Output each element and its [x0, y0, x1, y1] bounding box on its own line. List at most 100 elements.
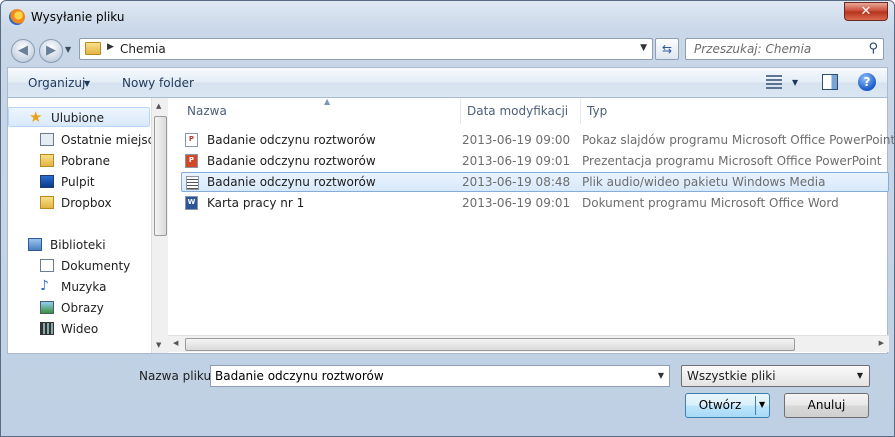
file-type: Plik audio/wideo pakietu Windows Media	[582, 175, 826, 189]
file-row[interactable]: P Badanie odczynu roztworów 2013-06-19 0…	[181, 130, 895, 150]
view-dropdown-icon[interactable]: ▼	[792, 78, 798, 87]
nav-item-pictures[interactable]: Obrazy	[8, 298, 150, 318]
nav-label: Biblioteki	[50, 238, 106, 252]
close-button[interactable]: ✕	[844, 2, 888, 21]
nav-item-downloads[interactable]: Pobrane	[8, 151, 150, 171]
file-type: Pokaz slajdów programu Microsoft Office …	[582, 133, 895, 147]
nav-item-documents[interactable]: Dokumenty	[8, 256, 150, 276]
refresh-icon: ⇆	[661, 42, 673, 56]
filename-field[interactable]: ▼	[210, 365, 670, 387]
organize-dropdown-icon[interactable]: ▼	[84, 79, 90, 88]
open-button[interactable]: Otwórz ▼	[685, 393, 770, 418]
file-name: Badanie odczynu roztworów	[207, 175, 376, 189]
open-options-dropdown-icon[interactable]: ▼	[759, 394, 765, 416]
nav-label: Muzyka	[61, 280, 107, 294]
scroll-thumb[interactable]	[185, 338, 795, 351]
nav-favorites[interactable]: ★ Ulubione	[8, 107, 150, 127]
firefox-icon	[9, 9, 25, 25]
nav-item-music[interactable]: ♪ Muzyka	[8, 277, 150, 297]
filename-label: Nazwa pliku:	[139, 369, 216, 383]
nav-label: Dropbox	[61, 196, 112, 210]
nav-item-video[interactable]: Wideo	[8, 319, 150, 339]
nav-label: Pobrane	[61, 154, 111, 168]
refresh-button[interactable]: ⇆	[655, 38, 679, 60]
scroll-right-icon[interactable]: ▶	[879, 339, 884, 347]
address-bar[interactable]: ▶ Chemia ▼	[79, 38, 653, 60]
music-icon: ♪	[40, 278, 49, 294]
filename-input[interactable]	[215, 369, 645, 383]
scroll-up-icon[interactable]: ▲	[156, 102, 161, 110]
column-header-date[interactable]: Data modyfikacji	[461, 98, 581, 124]
file-list-horizontal-scrollbar[interactable]: ◀ ▶	[168, 335, 889, 352]
filename-dropdown-icon[interactable]: ▼	[658, 371, 664, 380]
file-row-selected[interactable]: Badanie odczynu roztworów 2013-06-19 08:…	[181, 172, 889, 192]
file-row[interactable]: W Karta pracy nr 1 2013-06-19 09:01 Doku…	[181, 193, 889, 213]
file-date: 2013-06-19 09:01	[462, 154, 571, 168]
file-type-filter-select[interactable]: Wszystkie pliki ▼	[681, 365, 870, 387]
change-view-icon[interactable]	[766, 75, 782, 89]
breadcrumb-arrow-icon[interactable]: ▶	[107, 42, 114, 52]
preview-pane-icon[interactable]	[822, 74, 838, 90]
cancel-button[interactable]: Anuluj	[784, 393, 869, 418]
file-type: Prezentacja programu Microsoft Office Po…	[582, 154, 882, 168]
search-icon[interactable]: ⚲	[868, 41, 878, 56]
nav-item-dropbox[interactable]: Dropbox	[8, 193, 150, 213]
file-date: 2013-06-19 09:00	[462, 133, 571, 147]
nav-item-desktop[interactable]: Pulpit	[8, 172, 150, 192]
back-arrow-icon: ◀	[18, 43, 28, 58]
chevron-down-icon: ▼	[856, 371, 863, 380]
word-document-icon: W	[185, 196, 198, 210]
open-button-label: Otwórz	[698, 398, 742, 412]
downloads-folder-icon	[40, 154, 54, 167]
nav-label: Ulubione	[51, 111, 105, 125]
column-type-label: Typ	[587, 104, 608, 118]
organize-button[interactable]: Organizuj	[28, 76, 85, 90]
breadcrumb-current[interactable]: Chemia	[120, 42, 166, 56]
command-bar: Organizuj ▼ Nowy folder ▼ ?	[7, 67, 888, 98]
documents-icon	[40, 259, 54, 272]
file-name: Badanie odczynu roztworów	[207, 154, 376, 168]
new-folder-button[interactable]: Nowy folder	[122, 76, 194, 90]
browser-panes: ★ Ulubione Ostatnie miejsca Pobrane Pulp…	[7, 97, 895, 354]
nav-label: Dokumenty	[61, 259, 131, 273]
file-name: Karta pracy nr 1	[207, 196, 305, 210]
split-divider	[755, 396, 756, 415]
recent-locations-dropdown-icon[interactable]: ▼	[65, 45, 71, 54]
navigation-pane: ★ Ulubione Ostatnie miejsca Pobrane Pulp…	[8, 98, 168, 353]
video-icon	[40, 322, 54, 335]
file-type: Dokument programu Microsoft Office Word	[582, 196, 839, 210]
nav-label: Ostatnie miejsca	[61, 133, 162, 147]
back-button[interactable]: ◀	[11, 39, 35, 63]
file-row[interactable]: P Badanie odczynu roztworów 2013-06-19 0…	[181, 151, 889, 171]
desktop-icon	[40, 175, 54, 188]
scroll-thumb[interactable]	[154, 116, 167, 236]
forward-arrow-icon: ▶	[46, 43, 56, 58]
nav-libraries[interactable]: Biblioteki	[8, 235, 150, 255]
sort-ascending-icon: ▲	[324, 97, 331, 106]
media-file-icon	[186, 176, 199, 190]
nav-vertical-scrollbar[interactable]: ▲ ▼	[151, 98, 168, 353]
column-header-type[interactable]: Typ	[581, 98, 888, 124]
forward-button[interactable]: ▶	[39, 39, 63, 63]
nav-item-recent-places[interactable]: Ostatnie miejsca	[8, 130, 162, 150]
file-date: 2013-06-19 08:48	[462, 175, 571, 189]
star-icon: ★	[29, 108, 43, 126]
scroll-down-icon[interactable]: ▼	[156, 341, 161, 349]
file-date: 2013-06-19 09:01	[462, 196, 571, 210]
pictures-icon	[40, 301, 54, 314]
title-bar: Wysyłanie pliku ✕	[1, 1, 894, 33]
dropbox-folder-icon	[40, 196, 54, 209]
help-icon[interactable]: ?	[858, 73, 876, 91]
powerpoint-show-icon: P	[185, 133, 198, 147]
scroll-left-icon[interactable]: ◀	[173, 339, 178, 347]
column-date-label: Data modyfikacji	[467, 104, 569, 118]
column-name-label: Nazwa	[187, 104, 227, 118]
file-type-filter-value: Wszystkie pliki	[687, 369, 776, 383]
column-header-name[interactable]: Nazwa ▲	[181, 97, 461, 124]
address-dropdown-icon[interactable]: ▼	[640, 43, 647, 53]
file-list-pane: Nazwa ▲ Data modyfikacji Typ P Badanie o…	[173, 97, 895, 353]
search-input[interactable]: Przeszukaj: Chemia	[694, 42, 811, 56]
powerpoint-presentation-icon: P	[185, 154, 198, 168]
search-box[interactable]: Przeszukaj: Chemia ⚲	[685, 38, 884, 60]
nav-label: Pulpit	[61, 175, 95, 189]
